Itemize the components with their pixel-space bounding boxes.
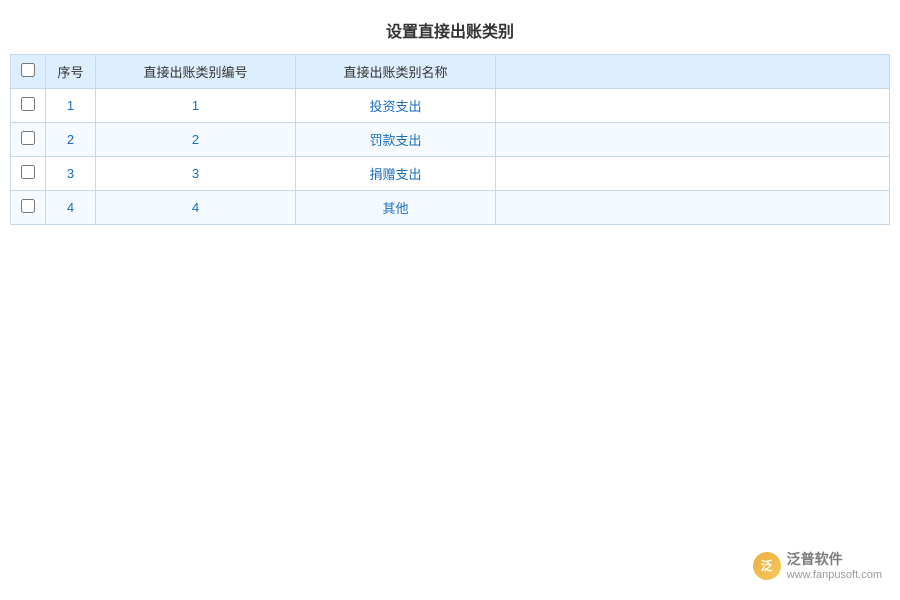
table-body: 1 1 投资支出 2 2 罚款支出 3 3 捐赠支出 4 4 <box>11 89 890 225</box>
table-header-row: 序号 直接出账类别编号 直接出账类别名称 <box>11 55 890 89</box>
main-table: 序号 直接出账类别编号 直接出账类别名称 1 1 投资支出 2 2 罚款支出 <box>10 54 890 225</box>
row-seq: 1 <box>46 89 96 123</box>
table-wrapper: 序号 直接出账类别编号 直接出账类别名称 1 1 投资支出 2 2 罚款支出 <box>10 54 890 225</box>
watermark-logo: 泛 <box>753 552 781 580</box>
row-seq: 3 <box>46 157 96 191</box>
header-name: 直接出账类别名称 <box>296 55 496 89</box>
row-name: 捐赠支出 <box>296 157 496 191</box>
header-seq: 序号 <box>46 55 96 89</box>
table-row: 4 4 其他 <box>11 191 890 225</box>
row-checkbox-cell <box>11 89 46 123</box>
table-row: 1 1 投资支出 <box>11 89 890 123</box>
row-checkbox-cell <box>11 191 46 225</box>
page-title: 设置直接出账类别 <box>0 0 900 54</box>
row-checkbox-cell <box>11 123 46 157</box>
row-extra <box>496 157 890 191</box>
row-name: 其他 <box>296 191 496 225</box>
header-checkbox-cell <box>11 55 46 89</box>
row-checkbox-cell <box>11 157 46 191</box>
row-extra <box>496 123 890 157</box>
row-checkbox-1[interactable] <box>21 97 35 111</box>
row-seq: 4 <box>46 191 96 225</box>
row-name: 投资支出 <box>296 89 496 123</box>
row-checkbox-3[interactable] <box>21 165 35 179</box>
row-extra <box>496 191 890 225</box>
row-checkbox-2[interactable] <box>21 131 35 145</box>
watermark: 泛 泛普软件 www.fanpusoft.com <box>753 550 882 582</box>
table-row: 3 3 捐赠支出 <box>11 157 890 191</box>
watermark-brand: 泛普软件 <box>787 550 882 568</box>
row-code: 2 <box>96 123 296 157</box>
header-code: 直接出账类别编号 <box>96 55 296 89</box>
row-code: 1 <box>96 89 296 123</box>
select-all-checkbox[interactable] <box>21 63 35 77</box>
row-code: 4 <box>96 191 296 225</box>
row-name: 罚款支出 <box>296 123 496 157</box>
row-extra <box>496 89 890 123</box>
row-seq: 2 <box>46 123 96 157</box>
row-checkbox-4[interactable] <box>21 199 35 213</box>
header-extra <box>496 55 890 89</box>
row-code: 3 <box>96 157 296 191</box>
watermark-url: www.fanpusoft.com <box>787 568 882 582</box>
table-row: 2 2 罚款支出 <box>11 123 890 157</box>
watermark-logo-text: 泛 <box>761 557 773 574</box>
watermark-text-block: 泛普软件 www.fanpusoft.com <box>787 550 882 582</box>
